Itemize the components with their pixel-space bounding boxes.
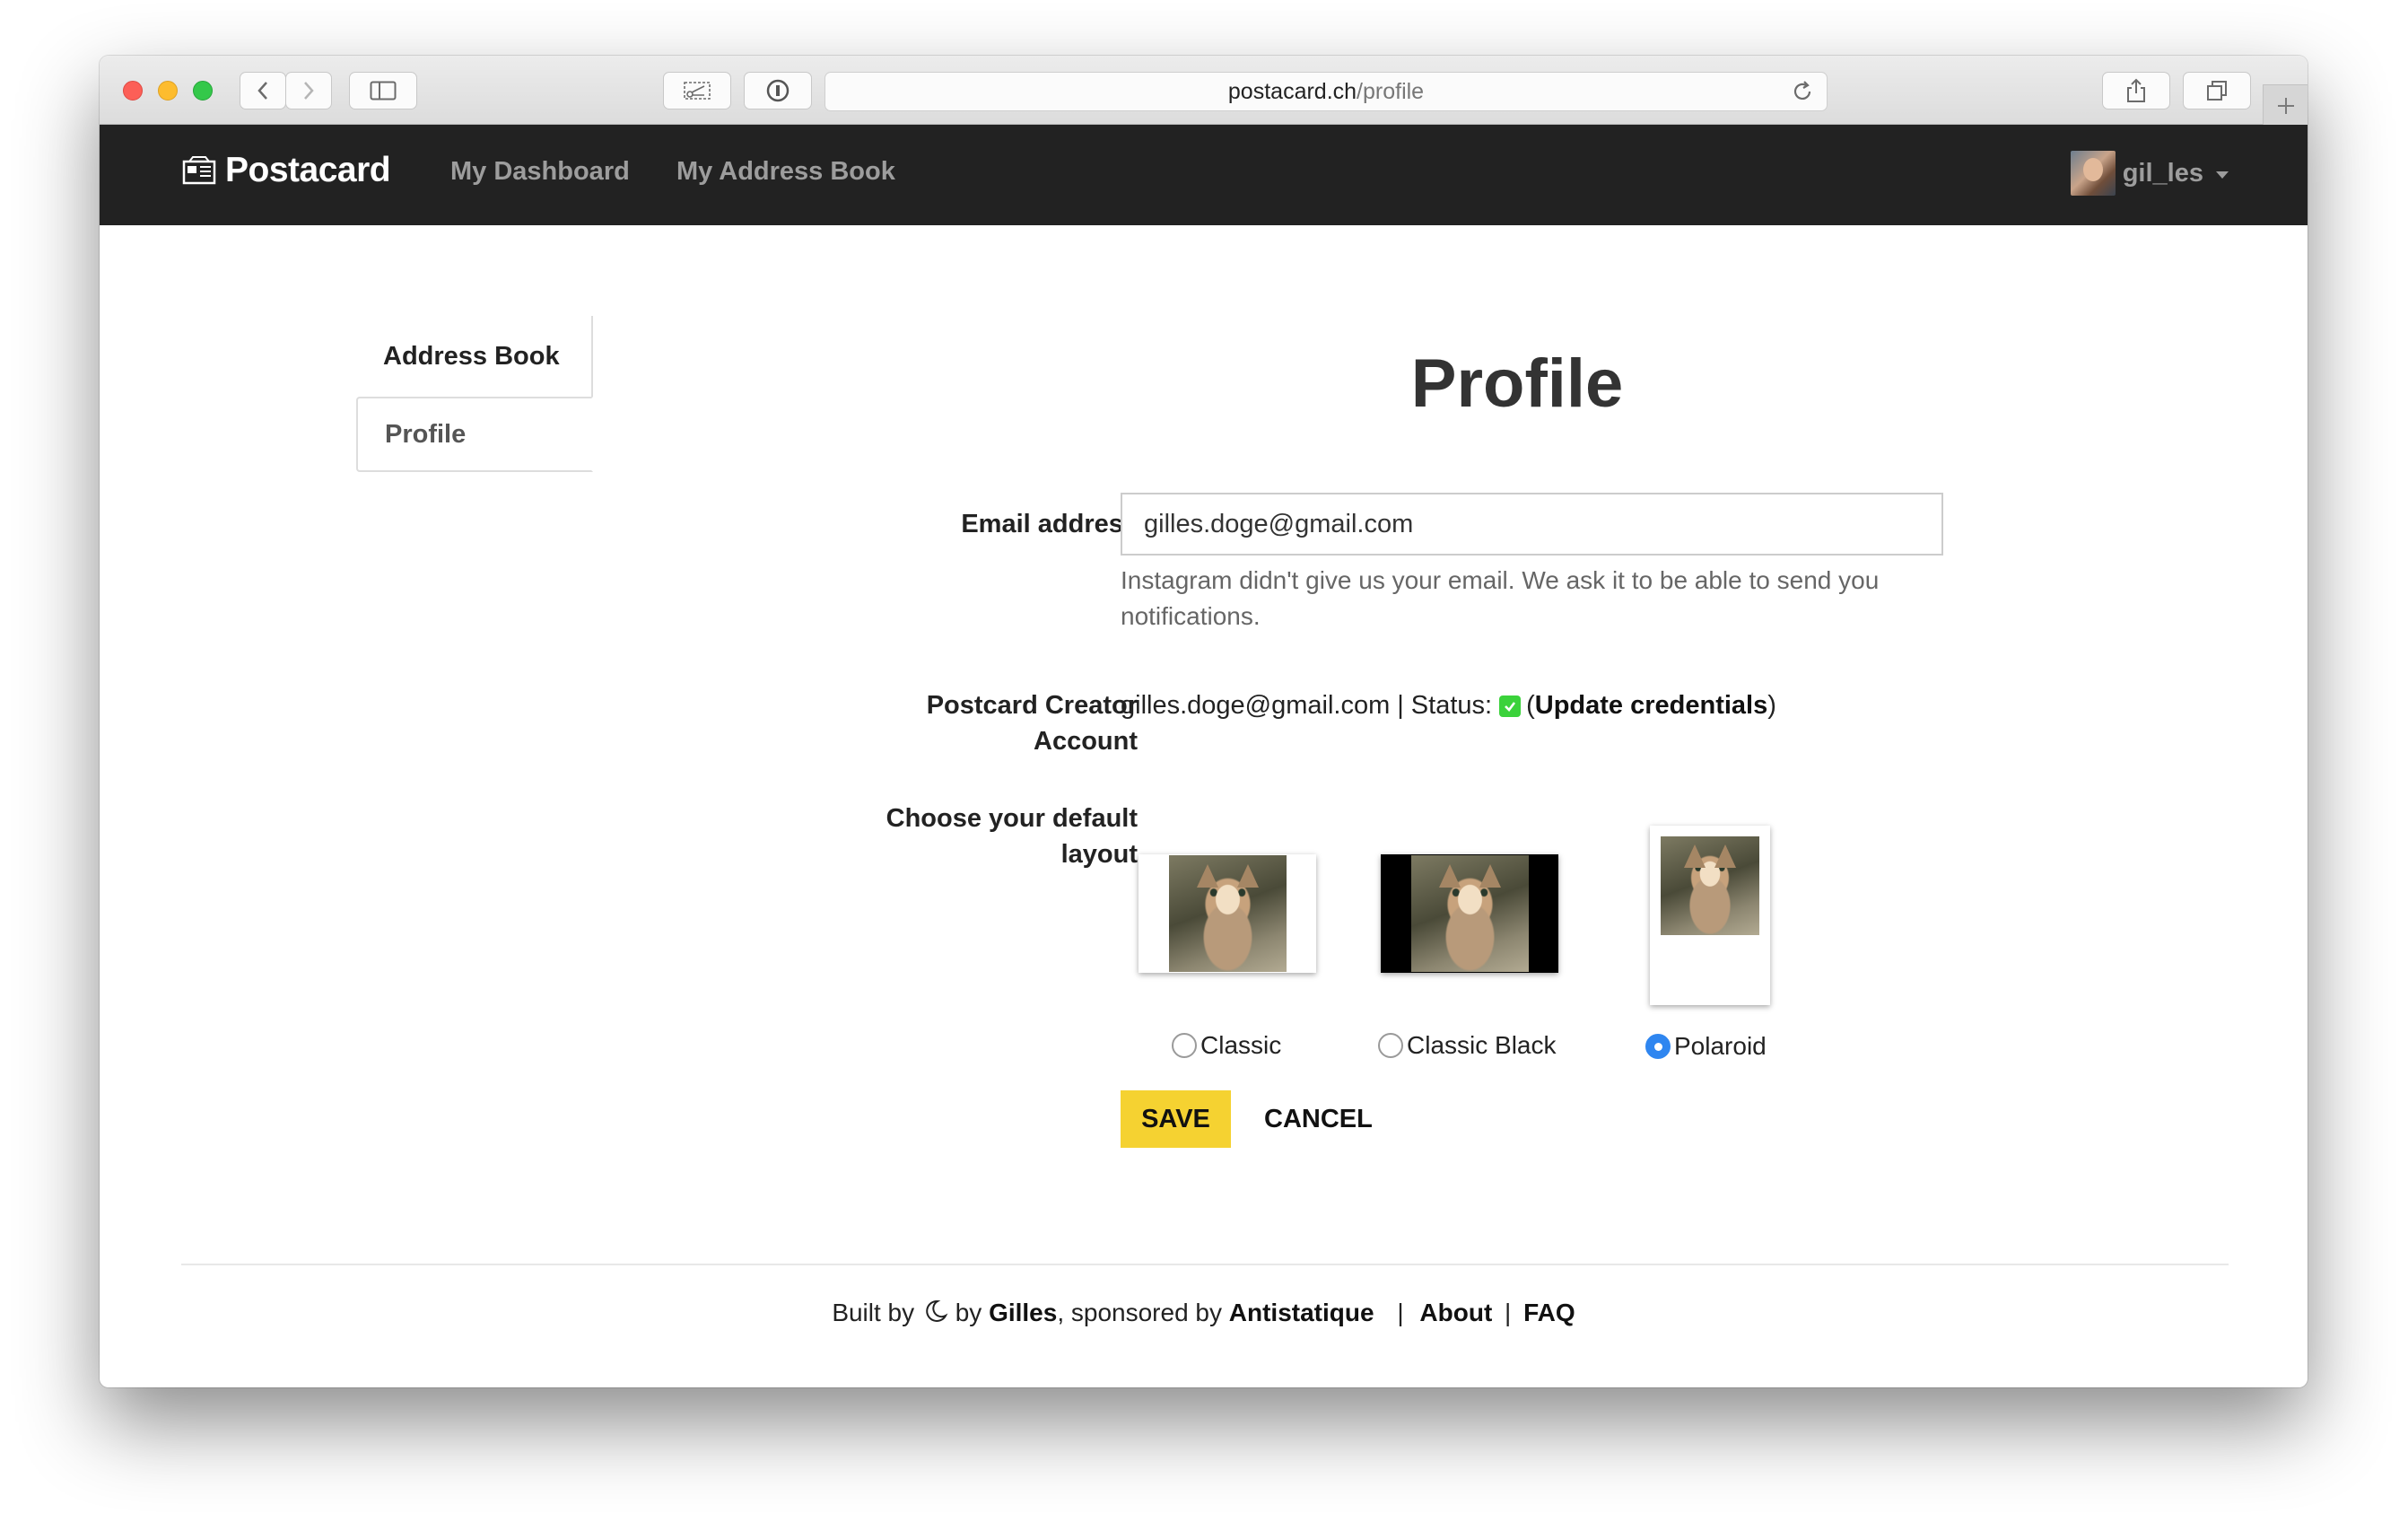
about-link[interactable]: About [1419, 1299, 1492, 1326]
layout-preview-classic-black[interactable] [1381, 854, 1558, 973]
browser-toolbar: postacard.ch/profile [100, 56, 2308, 126]
update-credentials-link[interactable]: Update credentials [1535, 691, 1767, 721]
pc-update-open-paren: ( [1526, 691, 1535, 720]
sidebar-item-label: Profile [385, 419, 467, 449]
forward-button[interactable] [285, 72, 332, 109]
moon-icon [926, 1299, 948, 1322]
layout-option-label: Classic [1200, 1031, 1282, 1059]
layout-option-polaroid[interactable]: Polaroid [1645, 1032, 1767, 1061]
brand-name: Postacard [225, 151, 391, 189]
faq-link[interactable]: FAQ [1523, 1299, 1575, 1326]
zoom-window-button[interactable] [193, 81, 213, 101]
footer-built-by: Built by [832, 1299, 915, 1326]
share-button[interactable] [2102, 72, 2170, 109]
sidebar-toggle-button[interactable] [349, 72, 417, 109]
sidebar-item-label: Address Book [383, 341, 560, 371]
footer-divider [181, 1264, 2229, 1265]
kitten-photo [1169, 855, 1287, 972]
caret-down-icon [2216, 171, 2229, 179]
close-window-button[interactable] [123, 81, 143, 101]
url-domain: postacard.ch [1227, 78, 1357, 104]
postcard-creator-label-line2: Account [1034, 727, 1138, 756]
sidebar-nav: Address Book Profile [356, 316, 593, 472]
email-label: Email address [961, 510, 1138, 538]
layout-label-line1: Choose your default [886, 804, 1138, 833]
username: gil_les [2122, 158, 2203, 188]
save-button[interactable]: SAVE [1121, 1090, 1231, 1148]
layout-option-classic-black[interactable]: Classic Black [1378, 1031, 1556, 1060]
footer-separator: | [1397, 1299, 1404, 1326]
layout-label: Choose your default layout [886, 800, 1138, 872]
pc-update-close-paren: ) [1767, 691, 1776, 720]
chevron-left-icon [257, 82, 267, 100]
keyhole-icon [766, 79, 790, 102]
postcard-creator-label: Postcard Creator Account [927, 687, 1138, 759]
radio-classic-black[interactable] [1378, 1033, 1403, 1058]
footer: Built by by Gilles, sponsored by Antista… [100, 1298, 2308, 1327]
checkmark-icon [1499, 695, 1522, 717]
footer-separator: | [1505, 1299, 1512, 1326]
kitten-photo [1661, 836, 1759, 935]
new-tab-button[interactable] [2263, 84, 2308, 126]
layout-preview-classic[interactable] [1139, 854, 1316, 973]
radio-classic[interactable] [1172, 1033, 1197, 1058]
pc-separator: | [1397, 691, 1404, 720]
sidebar-item-address-book[interactable]: Address Book [356, 316, 593, 397]
chevron-right-icon [304, 82, 314, 100]
url-path: /profile [1357, 78, 1425, 104]
plus-icon [2277, 97, 2294, 114]
brand-link[interactable]: Postacard [182, 151, 391, 190]
sidebar-item-profile[interactable]: Profile [356, 397, 593, 472]
layout-label-line2: layout [1060, 840, 1138, 869]
postcard-creator-label-line1: Postcard Creator [926, 691, 1138, 720]
footer-by: by [955, 1299, 982, 1326]
layout-option-label: Classic Black [1407, 1031, 1557, 1059]
footer-sponsored-by: , sponsored by [1057, 1299, 1222, 1326]
sponsor-link[interactable]: Antistatique [1229, 1299, 1374, 1326]
email-help-text: Instagram didn't give us your email. We … [1121, 566, 1880, 630]
address-bar[interactable]: postacard.ch/profile [824, 72, 1828, 111]
nav-dashboard-link[interactable]: My Dashboard [450, 157, 630, 187]
pc-status-label: Status: [1410, 691, 1493, 720]
app-navbar: Postacard My Dashboard My Address Book g… [100, 125, 2308, 225]
postcard-icon [182, 156, 216, 185]
cancel-button[interactable]: CANCEL [1248, 1090, 1389, 1148]
scissors-icon [684, 82, 711, 100]
nav-address-book-link[interactable]: My Address Book [676, 157, 895, 187]
layout-preview-polaroid[interactable] [1650, 826, 1770, 1005]
avatar [2070, 151, 2116, 196]
postcard-creator-account: gilles.doge@gmail.com | Status: ( Update… [1121, 691, 1776, 721]
radio-polaroid[interactable] [1645, 1034, 1671, 1059]
minimize-window-button[interactable] [158, 81, 178, 101]
clipper-extension-button[interactable] [663, 72, 731, 109]
reload-icon[interactable] [1791, 80, 1814, 103]
layout-option-label: Polaroid [1674, 1032, 1767, 1060]
password-manager-button[interactable] [744, 72, 812, 109]
browser-window: postacard.ch/profile Postacard My Dashbo… [100, 56, 2308, 1387]
tabs-icon [2207, 81, 2227, 101]
tabs-overview-button[interactable] [2183, 72, 2251, 109]
pc-email: gilles.doge@gmail.com [1121, 691, 1391, 720]
share-icon [2127, 78, 2145, 102]
back-button[interactable] [240, 72, 286, 109]
email-field[interactable] [1121, 493, 1943, 556]
user-menu[interactable]: gil_les [2070, 151, 2229, 196]
page-title: Profile [1410, 346, 1624, 422]
kitten-photo [1411, 855, 1529, 972]
layout-option-classic[interactable]: Classic [1172, 1031, 1281, 1060]
author-link[interactable]: Gilles [989, 1299, 1057, 1326]
sidebar-icon [370, 81, 397, 101]
